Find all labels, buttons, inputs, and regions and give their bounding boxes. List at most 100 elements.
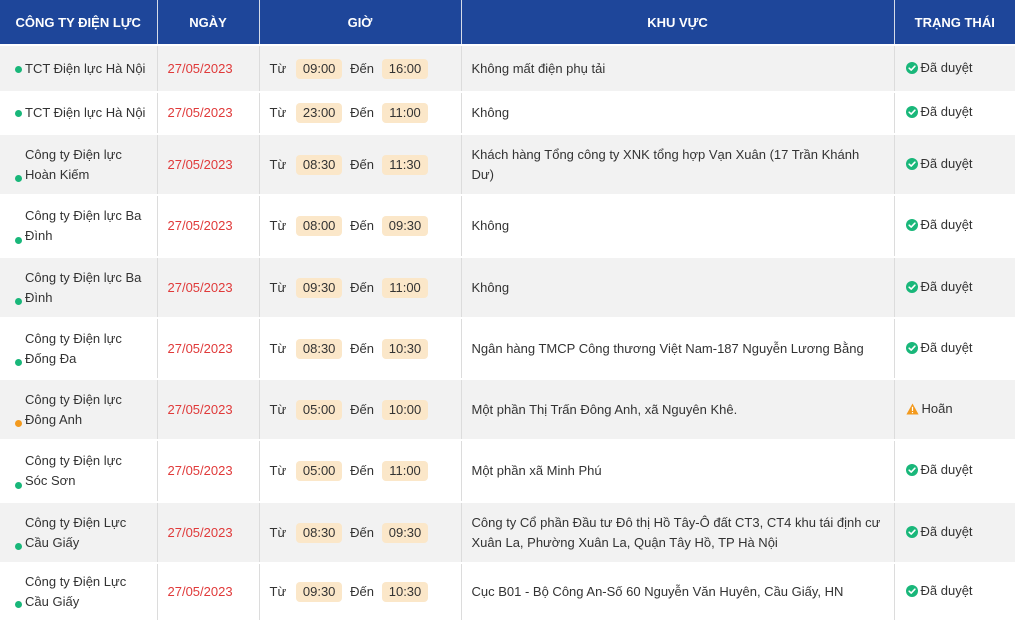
from-label: Từ — [269, 401, 287, 417]
status-dot — [15, 237, 22, 244]
company-cell: Công ty Điện Lực Cầu Giấy — [0, 563, 158, 622]
status-dot — [15, 420, 22, 427]
to-label: Đến — [350, 524, 375, 540]
to-label: Đến — [350, 463, 375, 478]
status-cell: Đã duyệt — [894, 134, 1015, 196]
to-label: Đến — [350, 584, 375, 599]
from-time: 05:00 — [296, 399, 343, 420]
company-cell: Công ty Điện lực Đông Anh — [0, 379, 158, 441]
status-dot — [15, 298, 22, 305]
date-cell: 27/05/2023 — [157, 92, 260, 135]
company-name: Công ty Điện lực Đống Đa — [25, 330, 122, 366]
to-label: Đến — [350, 218, 375, 233]
company-name: Công ty Điện lực Hoàn Kiếm — [25, 146, 122, 182]
check-circle-icon — [905, 524, 918, 544]
company-cell: Công ty Điện lực Hoàn Kiếm — [0, 134, 158, 196]
table-row: Công ty Điện lực Hoàn Kiếm 27/05/2023 Từ 08… — [0, 134, 1015, 196]
date-cell: 27/05/2023 — [157, 318, 260, 380]
from-label: Từ — [269, 584, 287, 599]
check-circle-icon — [905, 217, 918, 237]
to-time: 10:00 — [382, 399, 429, 420]
to-label: Đến — [350, 401, 375, 417]
area-cell: Không — [461, 195, 895, 258]
to-label: Đến — [350, 156, 375, 172]
status-dot — [15, 175, 22, 182]
from-label: Từ — [269, 156, 287, 172]
time-cell: Từ 05:00 Đến 11:00 — [259, 440, 462, 503]
company-name: Công ty Điện lực Ba Đình — [25, 208, 142, 243]
time-cell: Từ 08:30 Đến 11:30 — [259, 134, 462, 196]
area-cell: Không — [461, 92, 895, 135]
to-time: 09:30 — [382, 522, 429, 543]
check-circle-icon — [905, 462, 918, 482]
company-cell: Công ty Điện lực Ba Đình — [0, 257, 158, 319]
status-cell: Đã duyệt — [894, 257, 1015, 319]
from-label: Từ — [269, 105, 287, 120]
company-name: TCT Điện lực Hà Nội — [25, 60, 146, 76]
from-label: Từ — [269, 524, 287, 540]
status-label: Đã duyệt — [920, 59, 973, 75]
time-cell: Từ 09:30 Đến 10:30 — [259, 563, 462, 622]
table-row: Công ty Điện lực Đống Đa 27/05/2023 Từ 08:3… — [0, 318, 1015, 380]
header-date: NGÀY — [157, 0, 260, 46]
table-row: Công ty Điện Lực Cầu Giấy 27/05/2023 Từ 08:… — [0, 502, 1015, 564]
status-label: Đã duyệt — [920, 339, 973, 355]
status-dot — [15, 359, 22, 366]
from-time: 09:30 — [296, 582, 343, 602]
to-time: 11:00 — [382, 277, 429, 298]
status-cell: Đã duyệt — [894, 502, 1015, 564]
company-name: Công ty Điện Lực Cầu Giấy — [25, 574, 127, 609]
date-cell: 27/05/2023 — [157, 379, 260, 441]
status-dot — [15, 110, 22, 117]
to-time: 11:00 — [382, 103, 429, 123]
company-cell: Công ty Điện lực Sóc Sơn — [0, 440, 158, 503]
status-cell: Đã duyệt — [894, 195, 1015, 258]
outage-schedule-table: CÔNG TY ĐIỆN LỰC NGÀY GIỜ KHU VỰC TRẠNG … — [0, 0, 1015, 622]
check-circle-icon — [905, 156, 918, 176]
time-cell: Từ 09:30 Đến 11:00 — [259, 257, 462, 319]
status-label: Đã duyệt — [920, 523, 973, 539]
check-circle-icon — [905, 60, 918, 80]
company-name: Công ty Điện lực Sóc Sơn — [25, 453, 122, 488]
company-cell: Công ty Điện lực Đống Đa — [0, 318, 158, 380]
date-cell: 27/05/2023 — [157, 440, 260, 503]
from-label: Từ — [269, 279, 287, 295]
status-cell: Đã duyệt — [894, 318, 1015, 380]
check-circle-icon — [905, 104, 918, 124]
from-time: 09:00 — [296, 58, 343, 79]
from-label: Từ — [269, 60, 287, 76]
status-label: Đã duyệt — [920, 104, 973, 119]
to-time: 10:30 — [382, 582, 429, 602]
to-label: Đến — [350, 105, 375, 120]
time-cell: Từ 08:30 Đến 10:30 — [259, 318, 462, 380]
status-dot — [15, 65, 22, 73]
header-company: CÔNG TY ĐIỆN LỰC — [0, 0, 158, 46]
company-cell: Công ty Điện lực Ba Đình — [0, 195, 158, 258]
area-cell: Khách hàng Tổng công ty XNK tổng hợp Vạn… — [461, 134, 895, 196]
status-label: Đã duyệt — [920, 155, 973, 171]
table-row: Công ty Điện lực Ba Đình 27/05/2023 Từ 09:3… — [0, 257, 1015, 319]
table-row: Công ty Điện lực Ba Đình 27/05/2023 Từ 08:0… — [0, 195, 1015, 258]
company-cell: Công ty Điện Lực Cầu Giấy — [0, 502, 158, 564]
area-cell: Một phần Thị Trấn Đông Anh, xã Nguyên Kh… — [461, 379, 895, 441]
status-dot — [15, 601, 22, 608]
table-row: Công ty Điện Lực Cầu Giấy 27/05/2023 Từ 09:… — [0, 563, 1015, 622]
warning-icon — [905, 401, 919, 421]
company-name: Công ty Điện lực Đông Anh — [25, 391, 122, 427]
check-circle-icon — [905, 340, 918, 360]
table-header-row: CÔNG TY ĐIỆN LỰC NGÀY GIỜ KHU VỰC TRẠNG … — [0, 0, 1015, 46]
time-cell: Từ 08:00 Đến 09:30 — [259, 195, 462, 258]
from-time: 08:30 — [296, 522, 343, 543]
status-cell: Đã duyệt — [894, 563, 1015, 622]
check-circle-icon — [905, 583, 918, 603]
from-time: 08:30 — [296, 338, 343, 359]
date-cell: 27/05/2023 — [157, 502, 260, 564]
area-cell: Cục B01 - Bộ Công An-Số 60 Nguyễn Văn Hu… — [461, 563, 895, 622]
to-time: 11:30 — [382, 154, 429, 175]
from-time: 08:00 — [296, 216, 343, 236]
table-row: Công ty Điện lực Đông Anh 27/05/2023 Từ 05:… — [0, 379, 1015, 441]
company-name: Công ty Điện lực Ba Đình — [25, 269, 142, 305]
time-cell: Từ 05:00 Đến 10:00 — [259, 379, 462, 441]
header-status: TRẠNG THÁI — [894, 0, 1015, 46]
to-label: Đến — [350, 340, 375, 356]
